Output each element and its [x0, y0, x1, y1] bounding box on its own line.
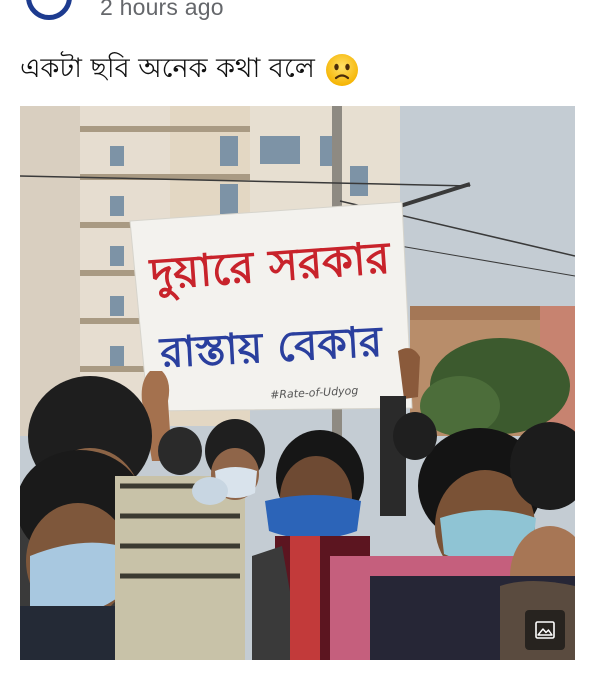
post-timestamp[interactable]: 2 hours ago [100, 0, 224, 21]
image-icon [535, 621, 555, 639]
gallery-button[interactable] [525, 610, 565, 650]
worried-face-emoji-icon [325, 54, 358, 86]
caption-text: একটা ছবি অনেক কথা বলে [20, 52, 315, 84]
protest-sign: দুয়ারে সরকার রাস্তায় বেকার #Rate-of-Ud… [129, 201, 413, 412]
post-caption: একটা ছবি অনেক কথা বলে [20, 50, 359, 90]
post-card: 2 hours ago একটা ছবি অনেক কথা বলে দুয়ার… [0, 0, 595, 680]
protest-photo-illustration: দুয়ারে সরকার রাস্তায় বেকার #Rate-of-Ud… [20, 106, 575, 660]
avatar[interactable] [26, 0, 72, 20]
post-photo[interactable]: দুয়ারে সরকার রাস্তায় বেকার #Rate-of-Ud… [20, 106, 575, 660]
